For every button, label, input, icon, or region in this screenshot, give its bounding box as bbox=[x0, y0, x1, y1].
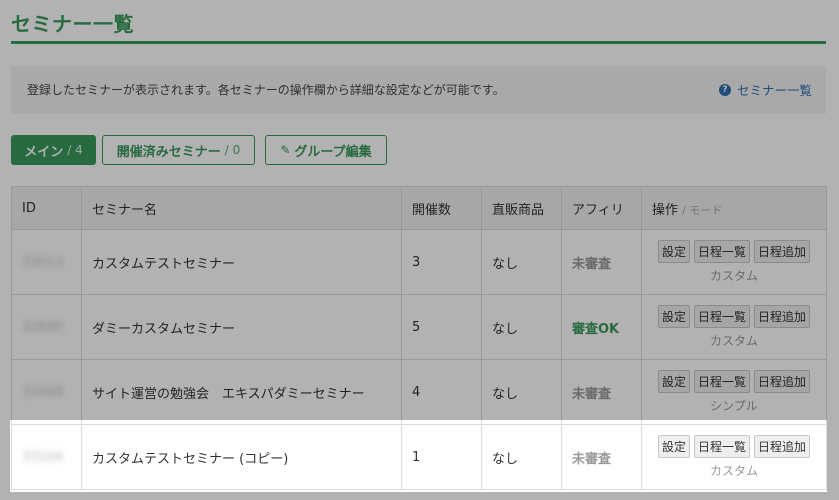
table-row: 32449 サイト運営の勉強会 エキスパダミーセミナー 4 なし 未審査 設定 … bbox=[11, 359, 827, 425]
schedule-list-button[interactable]: 日程一覧 bbox=[693, 435, 750, 458]
settings-button[interactable]: 設定 bbox=[657, 305, 690, 328]
ops-header-label: 操作 bbox=[652, 202, 679, 218]
row-seminar-name: カスタムテストセミナー (コピー) bbox=[81, 424, 402, 490]
tab-group-label: グループ編集 bbox=[294, 144, 372, 160]
settings-button[interactable]: 設定 bbox=[657, 240, 690, 263]
tab-group-edit[interactable]: ✎ グループ編集 bbox=[265, 135, 387, 165]
row-direct: なし bbox=[481, 424, 562, 490]
ops-mode-hint: / モード bbox=[682, 203, 723, 217]
column-header-affiliate: アフィリ bbox=[561, 186, 642, 230]
row-id: 33013 bbox=[11, 229, 82, 295]
table-row: 32690 ダミーカスタムセミナー 5 なし 審査OK 設定 日程一覧 日程追加… bbox=[11, 294, 827, 360]
highlight-overlay-right bbox=[827, 420, 839, 500]
help-link-label: セミナー一覧 bbox=[736, 83, 812, 98]
row-count: 5 bbox=[401, 294, 482, 360]
row-count: 1 bbox=[401, 424, 482, 490]
tab-main-count: / 4 bbox=[67, 143, 83, 157]
row-affiliate: 未審査 bbox=[561, 359, 642, 425]
row-affiliate: 未審査 bbox=[561, 424, 642, 490]
row-seminar-name: ダミーカスタムセミナー bbox=[81, 294, 402, 360]
column-header-direct: 直販商品 bbox=[481, 186, 562, 230]
page-title: セミナー一覧 bbox=[11, 12, 134, 36]
row-affiliate: 審査OK bbox=[561, 294, 642, 360]
row-mode: シンプル bbox=[710, 399, 758, 413]
tab-main-label: メイン bbox=[24, 144, 64, 160]
column-header-ops: 操作 / モード bbox=[641, 186, 827, 230]
schedule-add-button[interactable]: 日程追加 bbox=[754, 240, 811, 263]
row-ops: 設定 日程一覧 日程追加 カスタム bbox=[641, 229, 827, 295]
column-header-name: セミナー名 bbox=[81, 186, 402, 230]
table-row: 33013 カスタムテストセミナー 3 なし 未審査 設定 日程一覧 日程追加 … bbox=[11, 229, 827, 295]
help-link[interactable]: ? セミナー一覧 bbox=[718, 80, 812, 99]
row-affiliate: 未審査 bbox=[561, 229, 642, 295]
row-ops: 設定 日程一覧 日程追加 シンプル bbox=[641, 359, 827, 425]
settings-button[interactable]: 設定 bbox=[657, 435, 690, 458]
row-seminar-name: カスタムテストセミナー bbox=[81, 229, 402, 295]
table-header-row: ID セミナー名 開催数 直販商品 アフィリ 操作 / モード bbox=[11, 186, 827, 230]
question-circle-icon: ? bbox=[718, 83, 731, 96]
row-direct: なし bbox=[481, 294, 562, 360]
row-direct: なし bbox=[481, 229, 562, 295]
seminar-table: ID セミナー名 開催数 直販商品 アフィリ 操作 / モード 33013 カス… bbox=[11, 186, 827, 490]
schedule-list-button[interactable]: 日程一覧 bbox=[693, 305, 750, 328]
row-mode: カスタム bbox=[709, 334, 758, 348]
table-row: 33166 カスタムテストセミナー (コピー) 1 なし 未審査 設定 日程一覧… bbox=[11, 424, 827, 490]
row-count: 3 bbox=[401, 229, 482, 295]
schedule-add-button[interactable]: 日程追加 bbox=[754, 435, 811, 458]
tab-main[interactable]: メイン / 4 bbox=[11, 135, 96, 165]
title-divider bbox=[11, 41, 826, 44]
row-ops: 設定 日程一覧 日程追加 カスタム bbox=[641, 424, 827, 490]
schedule-add-button[interactable]: 日程追加 bbox=[754, 305, 811, 328]
row-seminar-name: サイト運営の勉強会 エキスパダミーセミナー bbox=[81, 359, 402, 425]
schedule-list-button[interactable]: 日程一覧 bbox=[693, 240, 750, 263]
schedule-add-button[interactable]: 日程追加 bbox=[754, 370, 811, 393]
settings-button[interactable]: 設定 bbox=[657, 370, 690, 393]
highlight-overlay-bottom bbox=[10, 492, 827, 500]
row-id: 32690 bbox=[11, 294, 82, 360]
row-count: 4 bbox=[401, 359, 482, 425]
tab-held-seminars[interactable]: 開催済みセミナー / 0 bbox=[102, 135, 255, 165]
row-direct: なし bbox=[481, 359, 562, 425]
pencil-icon: ✎ bbox=[280, 143, 291, 157]
row-id: 33166 bbox=[11, 424, 82, 490]
row-ops: 設定 日程一覧 日程追加 カスタム bbox=[641, 294, 827, 360]
info-text: 登録したセミナーが表示されます。各セミナーの操作欄から詳細な設定などが可能です。 bbox=[27, 83, 505, 97]
tab-held-label: 開催済みセミナー bbox=[116, 144, 221, 160]
highlight-overlay-left bbox=[0, 420, 10, 500]
column-header-count: 開催数 bbox=[401, 186, 482, 230]
row-id: 32449 bbox=[11, 359, 82, 425]
schedule-list-button[interactable]: 日程一覧 bbox=[693, 370, 750, 393]
column-header-id: ID bbox=[11, 186, 82, 230]
info-box: 登録したセミナーが表示されます。各セミナーの操作欄から詳細な設定などが可能です。… bbox=[11, 66, 826, 114]
tab-held-count: / 0 bbox=[224, 143, 241, 157]
row-mode: カスタム bbox=[709, 464, 758, 478]
row-mode: カスタム bbox=[709, 269, 758, 283]
